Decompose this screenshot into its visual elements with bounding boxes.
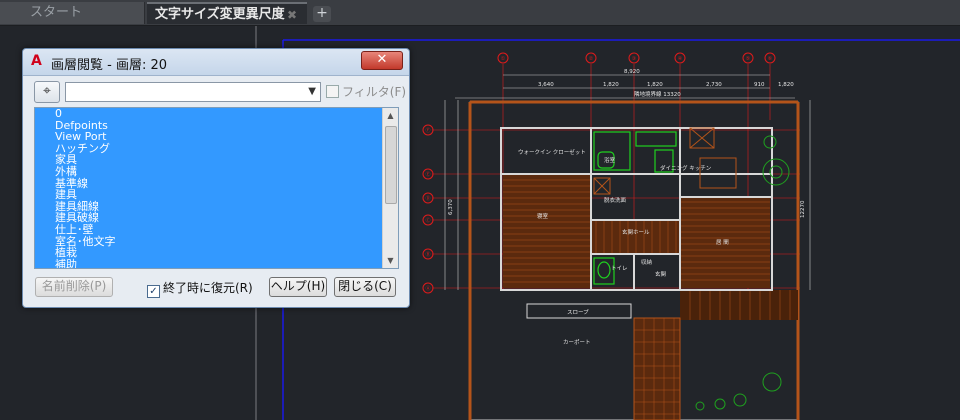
layer-list-item[interactable]: 補助 — [35, 259, 382, 268]
room-storage: 収納 — [641, 258, 653, 266]
svg-text:④: ④ — [678, 56, 683, 62]
dialog-title: 画層閲覧 - 画層: 20 — [51, 58, 168, 73]
layer-list-item[interactable]: 0 — [35, 108, 382, 120]
restore-on-exit-checkbox[interactable]: ✓ 終了時に復元(R) — [147, 279, 253, 298]
room-toilet: トイレ — [611, 266, 628, 272]
room-bath: 浴室 — [604, 156, 616, 164]
svg-text:Ⓑ: Ⓑ — [425, 251, 430, 258]
svg-text:Ⓒ: Ⓒ — [425, 217, 430, 224]
room-bedroom: 寝室 — [537, 212, 549, 220]
layer-list-item[interactable]: 植栽 — [35, 247, 382, 259]
svg-text:②: ② — [589, 56, 594, 62]
dim-top-2: 1,820 — [603, 82, 619, 88]
scroll-up-icon[interactable]: ▲ — [383, 108, 398, 123]
crosshair-icon: ⌖ — [43, 83, 51, 99]
chevron-down-icon[interactable]: ▼ — [308, 83, 316, 101]
svg-text:①: ① — [501, 56, 506, 62]
dim-top-5: 910 — [754, 82, 765, 88]
room-slope: スロープ — [567, 309, 589, 316]
tab-drawing[interactable]: 文字サイズ変更異尺度 ✖ — [147, 2, 307, 24]
filter-checkbox[interactable]: フィルタ(F) — [326, 83, 406, 100]
room-entry: 玄関 — [655, 270, 667, 278]
layer-browser-dialog: A 画層閲覧 - 画層: 20 ✕ ⌖ ▼ フィルタ(F) 0 Defpoints… — [22, 48, 410, 308]
room-hall: 玄関ホール — [622, 228, 650, 236]
new-tab-button[interactable]: + — [313, 6, 331, 22]
dim-left-total: 6,370 — [448, 199, 454, 215]
svg-text:Ⓕ: Ⓕ — [425, 127, 430, 134]
dim-top-6: 1,820 — [778, 82, 794, 88]
svg-text:Ⓓ: Ⓓ — [425, 195, 430, 202]
svg-text:Ⓐ: Ⓐ — [425, 285, 430, 292]
scroll-thumb[interactable] — [385, 126, 397, 204]
filter-checkbox-box[interactable] — [326, 85, 339, 98]
autocad-logo-icon: A — [31, 53, 42, 69]
layer-list-scrollbar[interactable]: ▲ ▼ — [382, 108, 398, 268]
layer-list-item[interactable]: 基準線 — [35, 177, 382, 190]
dim-right: 12270 — [800, 200, 806, 218]
layer-list-items[interactable]: 0 Defpoints View Port ハッチング 家具 外構 基準線 建具 建具細線 建具破… — [35, 108, 382, 268]
svg-text:⑤: ⑤ — [746, 56, 750, 62]
layer-list[interactable]: 0 Defpoints View Port ハッチング 家具 外構 基準線 建具 建具細線 建具破… — [34, 107, 399, 269]
close-button[interactable]: 閉じる(C) — [334, 277, 396, 297]
layer-list-item[interactable]: 家具 — [35, 154, 382, 166]
dim-top-1: 3,640 — [538, 82, 554, 88]
room-living: 居 間 — [716, 239, 729, 246]
select-object-button[interactable]: ⌖ — [34, 81, 60, 103]
dim-total: 8,920 — [624, 69, 640, 75]
svg-text:⑥: ⑥ — [768, 56, 773, 62]
restore-label: 終了時に復元(R) — [163, 281, 253, 295]
layer-list-item[interactable]: 外構 — [35, 166, 382, 178]
dim-site: 隣地境界線 13320 — [634, 90, 681, 98]
help-button[interactable]: ヘルプ(H) — [269, 277, 327, 297]
filter-label: フィルタ(F) — [342, 85, 407, 99]
layer-list-item[interactable]: 建具 — [35, 189, 382, 201]
checkmark-icon[interactable]: ✓ — [147, 285, 160, 298]
layer-list-item[interactable]: ハッチング — [35, 143, 382, 155]
dialog-close-button[interactable]: ✕ — [361, 51, 403, 70]
dim-top-3: 1,820 — [647, 82, 663, 88]
dialog-title-bar[interactable]: A 画層閲覧 - 画層: 20 ✕ — [23, 49, 409, 76]
svg-text:Ⓔ: Ⓔ — [425, 171, 430, 178]
scroll-down-icon[interactable]: ▼ — [383, 253, 398, 268]
delete-name-button[interactable]: 名前削除(P) — [35, 277, 113, 297]
layer-list-item[interactable]: 仕上･壁 — [35, 224, 382, 236]
document-tab-bar: スタート 文字サイズ変更異尺度 ✖ + — [0, 0, 960, 26]
carport-ramp — [633, 317, 681, 420]
room-walkin: ウォークイン クローゼット — [518, 148, 586, 156]
svg-text:③: ③ — [632, 56, 636, 62]
room-washroom: 脱衣洗面 — [604, 196, 627, 204]
tab-start[interactable]: スタート — [0, 2, 145, 24]
layer-list-item[interactable]: 室名･他文字 — [35, 235, 382, 248]
tab-drawing-label: 文字サイズ変更異尺度 — [155, 7, 285, 22]
layer-name-combo[interactable]: ▼ — [65, 82, 321, 102]
room-carport: カーポート — [563, 339, 591, 346]
furniture — [593, 127, 737, 195]
tab-start-label: スタート — [30, 5, 83, 20]
close-icon[interactable]: ✖ — [287, 4, 297, 26]
room-dining: ダイニング キッチン — [660, 164, 712, 172]
dim-top-4: 2,730 — [706, 82, 722, 88]
